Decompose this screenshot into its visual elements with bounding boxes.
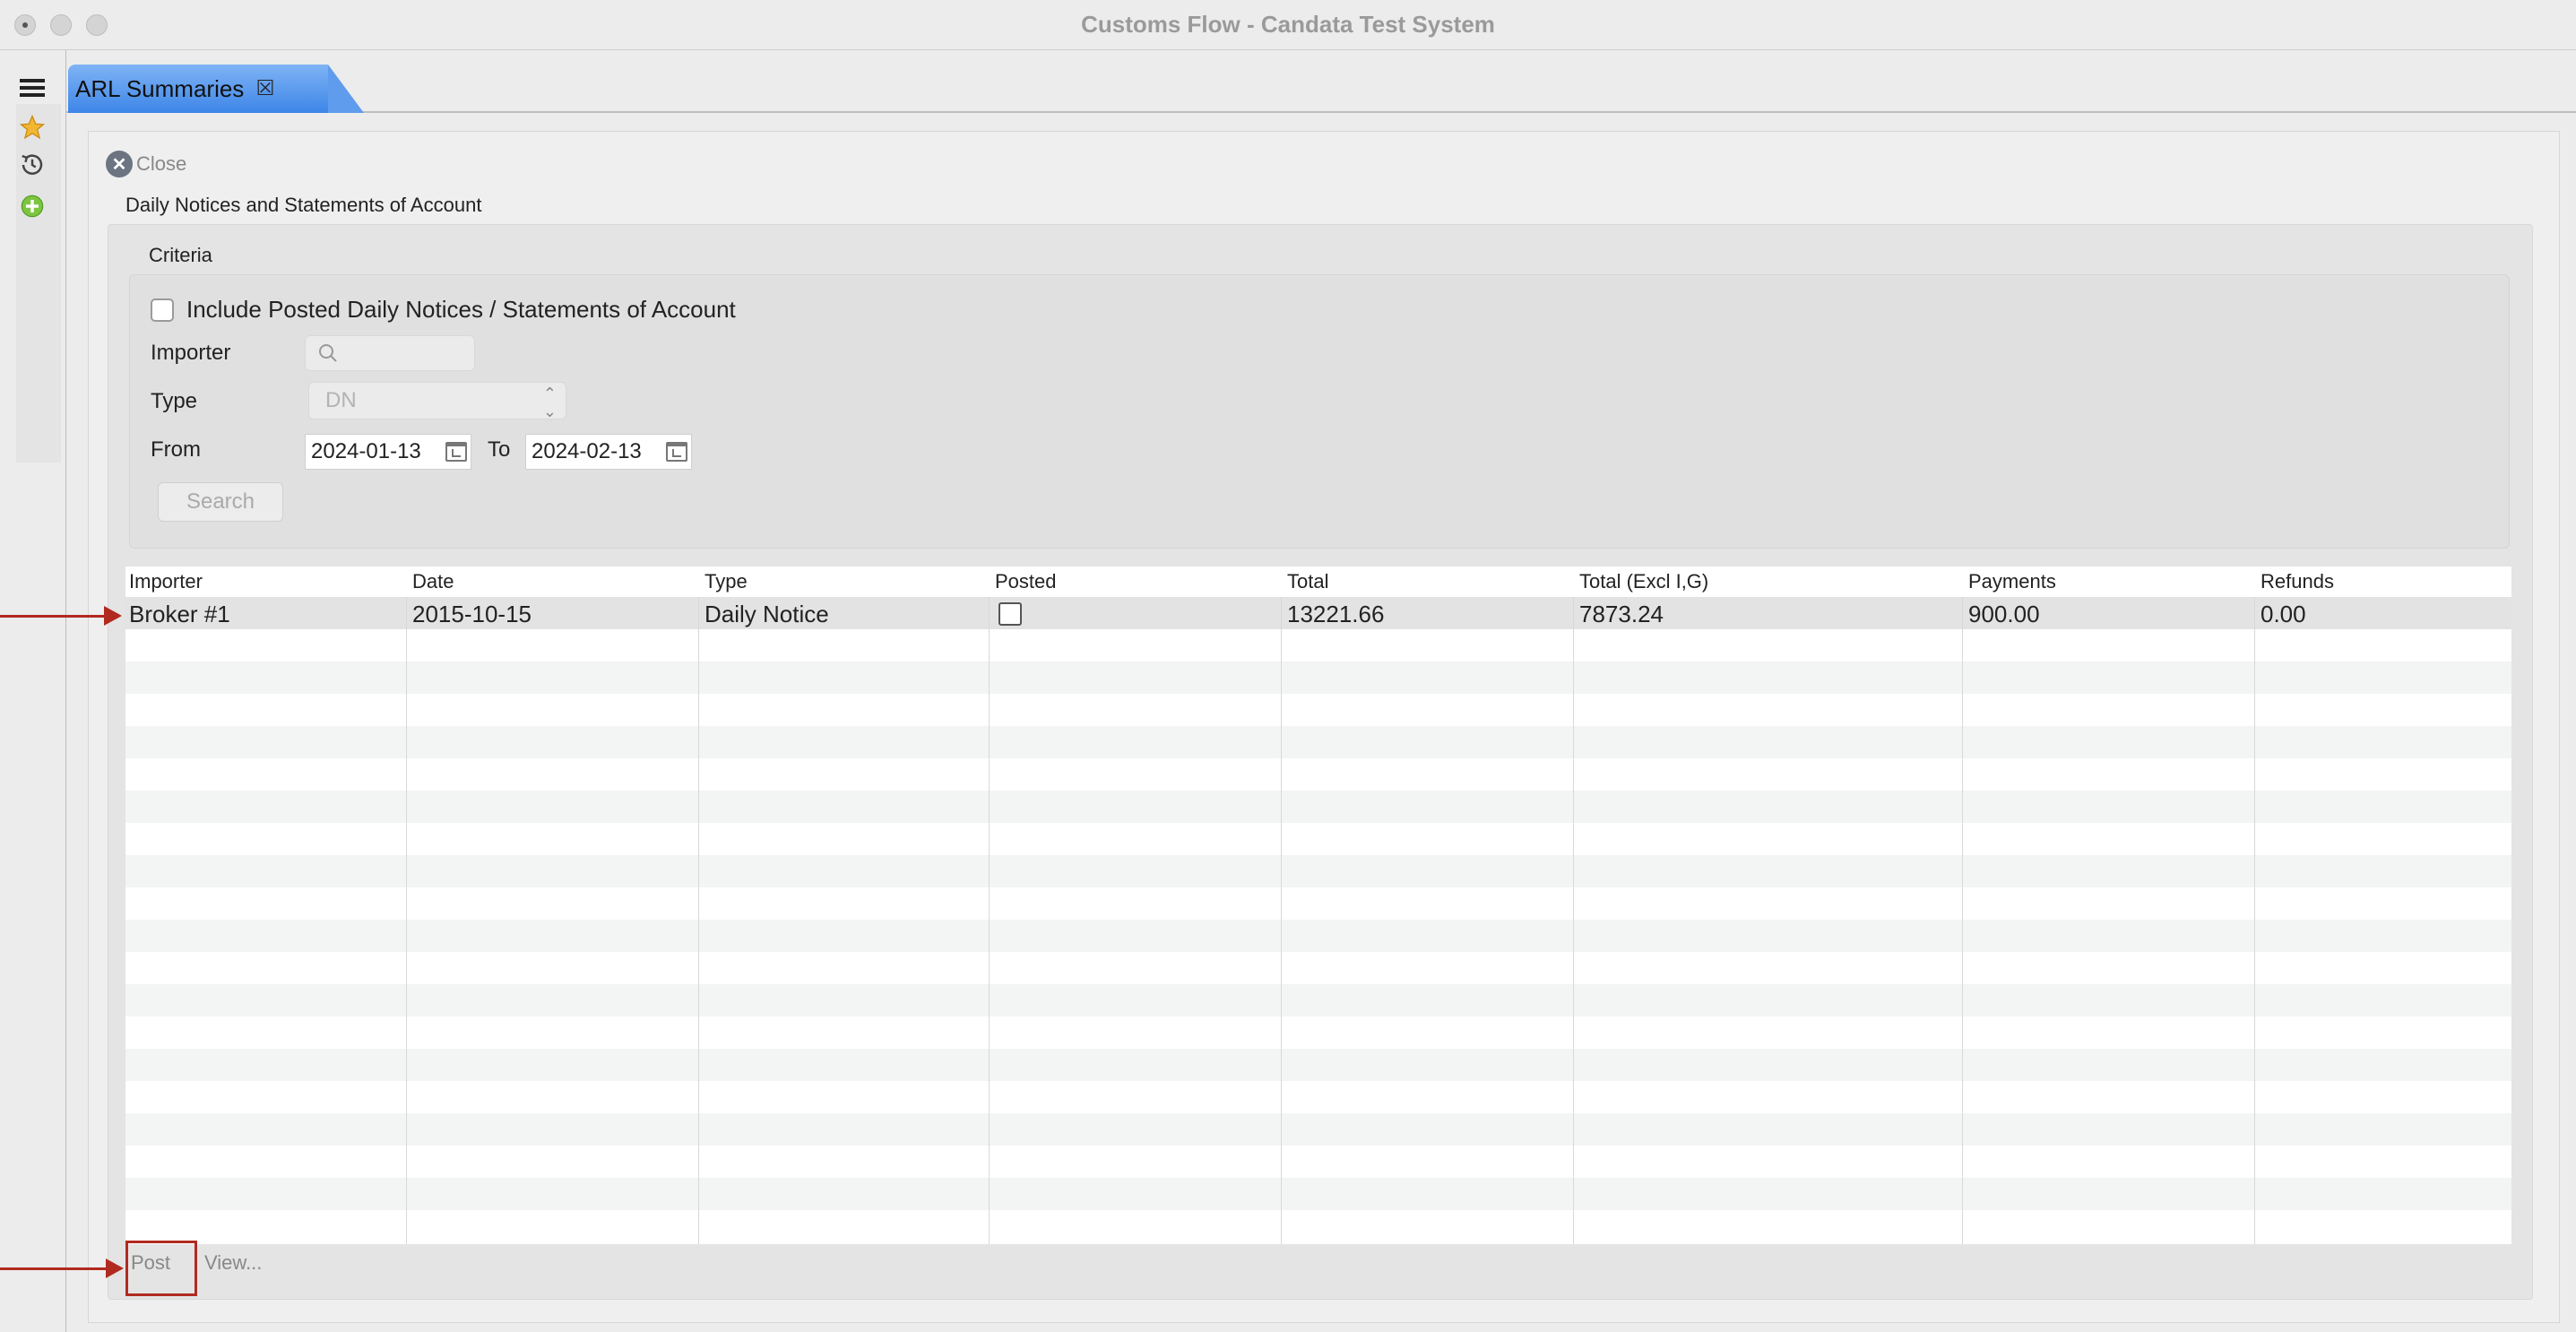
table-row[interactable] [125, 952, 2511, 984]
from-date-input[interactable]: 2024-01-13 [305, 434, 471, 470]
from-date-value: 2024-01-13 [311, 439, 421, 463]
type-label: Type [151, 389, 198, 413]
annotation-arrow-head-row [104, 606, 122, 626]
cell-date: 2015-10-15 [412, 601, 532, 627]
include-posted-label: Include Posted Daily Notices / Statement… [186, 296, 736, 323]
table-row[interactable] [125, 629, 2511, 662]
column-header[interactable]: Total [1284, 570, 1328, 593]
table-row[interactable] [125, 855, 2511, 887]
from-label: From [151, 437, 201, 462]
menu-icon[interactable] [18, 74, 47, 102]
left-toolbar [0, 50, 66, 1332]
column-divider[interactable] [2254, 597, 2255, 1244]
column-divider[interactable] [1281, 597, 1282, 1244]
table-row[interactable] [125, 694, 2511, 726]
table-row[interactable] [125, 1081, 2511, 1113]
column-header[interactable]: Type [701, 570, 748, 593]
cell-total: 13221.66 [1287, 601, 1385, 627]
annotation-highlight-box [125, 1241, 197, 1296]
annotation-arrow-head-post [106, 1258, 124, 1278]
window-title: Customs Flow - Candata Test System [1081, 11, 1495, 38]
search-button[interactable]: Search [158, 482, 283, 522]
history-icon[interactable] [18, 151, 47, 179]
annotation-arrow-post [0, 1267, 106, 1270]
to-date-value: 2024-02-13 [532, 439, 642, 463]
star-icon[interactable] [18, 113, 47, 142]
cell-type: Daily Notice [705, 601, 829, 627]
column-header[interactable]: Posted [991, 570, 1057, 593]
tab-arl-summaries[interactable]: ARL Summaries ⮽ [68, 65, 364, 113]
cell-importer: Broker #1 [129, 601, 230, 627]
table-row[interactable] [125, 1210, 2511, 1242]
column-header[interactable]: Total (Excl I,G) [1576, 570, 1708, 593]
column-header[interactable]: Date [409, 570, 454, 593]
column-divider[interactable] [406, 597, 407, 1244]
table-row[interactable] [125, 1016, 2511, 1049]
column-divider[interactable] [1962, 597, 1963, 1244]
summaries-table: Importer Date Type Posted Total Total (Excl I… [125, 567, 2511, 1244]
tab-strip: ARL Summaries ⮽ [66, 63, 2576, 113]
to-label: To [488, 437, 511, 462]
table-row[interactable] [125, 1178, 2511, 1210]
search-icon [319, 344, 337, 362]
table-row[interactable] [125, 758, 2511, 791]
view-button[interactable]: View... [204, 1251, 262, 1275]
importer-label: Importer [151, 341, 231, 365]
type-value: DN [325, 388, 357, 412]
table-row[interactable] [125, 791, 2511, 823]
add-icon[interactable] [18, 192, 47, 221]
close-circle-icon: ✕ [106, 151, 133, 177]
cell-refunds: 0.00 [2260, 601, 2306, 627]
section-title: Daily Notices and Statements of Account [125, 194, 482, 216]
posted-checkbox[interactable] [998, 602, 1022, 626]
cell-total_excl: 7873.24 [1579, 601, 1664, 627]
column-header[interactable]: Payments [1965, 570, 2056, 593]
calendar-icon[interactable] [445, 442, 467, 462]
column-divider[interactable] [989, 597, 990, 1244]
column-header[interactable]: Refunds [2257, 570, 2334, 593]
column-divider[interactable] [1573, 597, 1574, 1244]
table-row[interactable] [125, 1113, 2511, 1146]
criteria-title: Criteria [149, 244, 212, 266]
table-row[interactable] [125, 887, 2511, 920]
to-date-input[interactable]: 2024-02-13 [525, 434, 692, 470]
title-bar: Customs Flow - Candata Test System [0, 0, 2576, 50]
calendar-icon[interactable] [666, 442, 687, 462]
table-row[interactable] [125, 823, 2511, 855]
table-row[interactable] [125, 726, 2511, 758]
table-row[interactable] [125, 920, 2511, 952]
close-label: Close [136, 152, 187, 175]
table-row[interactable] [125, 1146, 2511, 1178]
tab-label: ARL Summaries [75, 74, 245, 102]
include-posted-row: Include Posted Daily Notices / Statement… [151, 296, 736, 324]
tab-close-icon[interactable]: ⮽ [256, 76, 273, 101]
cell-payments: 900.00 [1968, 601, 2040, 627]
type-select[interactable]: DN ⌃ ⌄ [308, 382, 566, 420]
table-row-selected[interactable]: Broker #1 2015-10-15 Daily Notice 13221.66 7… [125, 597, 2511, 629]
include-posted-checkbox[interactable] [151, 298, 174, 322]
table-row[interactable] [125, 984, 2511, 1016]
table-header: Importer Date Type Posted Total Total (Excl I… [125, 567, 2511, 597]
column-header[interactable]: Importer [125, 570, 203, 593]
table-row[interactable] [125, 662, 2511, 694]
annotation-arrow-row [0, 615, 104, 618]
close-button[interactable]: ✕ Close [106, 151, 186, 177]
table-row[interactable] [125, 1049, 2511, 1081]
select-arrows-icon: ⌃ ⌄ [542, 385, 557, 420]
column-divider[interactable] [698, 597, 699, 1244]
